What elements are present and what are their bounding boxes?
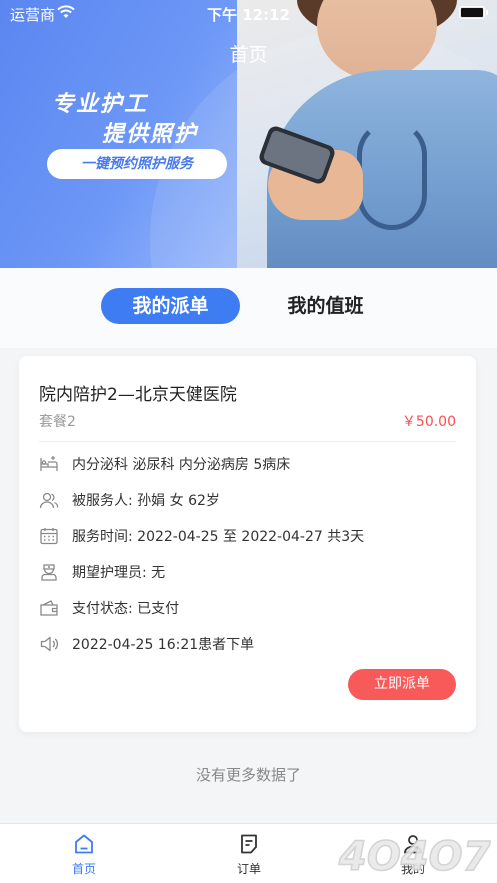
book-care-button[interactable]: 一键预约照护服务	[47, 149, 227, 179]
order-placed-row: 2022-04-25 16:21患者下单	[39, 632, 254, 656]
no-more-data-text: 没有更多数据了	[195, 766, 301, 784]
banner-slogan-line2: 提供照护	[102, 122, 199, 147]
page-title: 首页	[229, 44, 268, 66]
wallet-icon	[39, 598, 59, 618]
order-package: 套餐2	[39, 414, 76, 430]
order-price: ￥50.00	[401, 414, 456, 430]
order-caregiver-text: 期望护理员: 无	[72, 565, 166, 581]
calendar-icon	[39, 526, 59, 546]
user-icon	[39, 490, 59, 510]
order-placed-text: 2022-04-25 16:21患者下单	[72, 637, 255, 653]
order-caregiver-row: 期望护理员: 无	[39, 560, 165, 584]
nurse-icon	[39, 562, 59, 582]
segment-tabs	[0, 268, 497, 348]
order-time-text: 服务时间: 2022-04-25 至 2022-04-27 共3天	[72, 529, 365, 545]
tabbar-orders[interactable]: 订单	[209, 832, 289, 877]
divider	[39, 441, 456, 442]
battery-icon	[459, 6, 488, 19]
bed-icon	[39, 454, 59, 474]
order-department-row: 内分泌科 泌尿科 内分泌病房 5病床	[39, 452, 290, 476]
tabbar-orders-label: 订单	[236, 862, 261, 876]
order-patient-row: 被服务人: 孙娟 女 62岁	[39, 488, 220, 512]
home-icon	[72, 832, 96, 856]
stethoscope	[357, 120, 427, 230]
status-time: 下午 12:12	[207, 6, 290, 24]
tab-my-dispatch[interactable]: 我的派单	[101, 288, 240, 324]
tabbar-home-label: 首页	[71, 862, 96, 876]
order-title: 院内陪护2—北京天健医院	[39, 385, 237, 405]
tabbar-home[interactable]: 首页	[44, 832, 124, 877]
order-department-text: 内分泌科 泌尿科 内分泌病房 5病床	[72, 457, 291, 473]
banner-slogan-line1: 专业护工	[52, 92, 149, 117]
tab-my-duty[interactable]: 我的值班	[256, 288, 395, 324]
order-patient-text: 被服务人: 孙娟 女 62岁	[72, 493, 220, 509]
order-icon	[237, 832, 261, 856]
speaker-icon	[39, 634, 59, 654]
order-card[interactable]: 院内陪护2—北京天健医院 套餐2 ￥50.00 内分泌科 泌尿科 内分泌病房 5…	[19, 356, 476, 732]
dispatch-now-button[interactable]: 立即派单	[348, 669, 456, 700]
watermark-logo: 4O4O7	[331, 824, 491, 881]
order-payment-row: 支付状态: 已支付	[39, 596, 179, 620]
order-payment-text: 支付状态: 已支付	[72, 601, 180, 617]
order-time-row: 服务时间: 2022-04-25 至 2022-04-27 共3天	[39, 524, 364, 548]
status-bar: 运营商 下午 12:12	[0, 0, 497, 26]
svg-text:4O4O7: 4O4O7	[338, 834, 491, 880]
